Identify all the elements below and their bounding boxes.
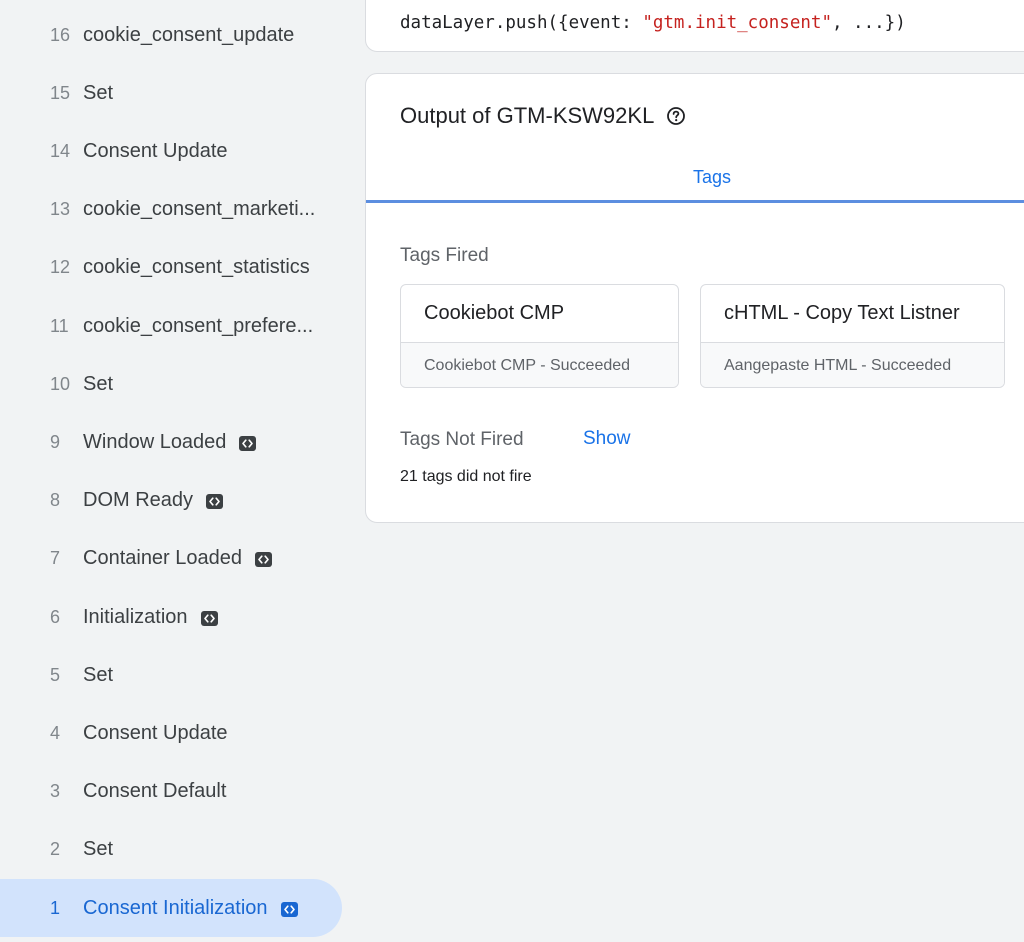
event-item[interactable]: 4 Consent Update: [0, 704, 342, 762]
event-number: 16: [50, 24, 71, 45]
help-circle-icon[interactable]: [666, 106, 686, 126]
output-title-text: Output of GTM-KSW92KL: [400, 103, 655, 128]
datalayer-code-card: dataLayer.push({event: "gtm.init_consent…: [365, 0, 1024, 52]
event-number: 11: [50, 315, 69, 336]
gtm-event-icon: [200, 610, 218, 626]
fired-tag-status: Aangepaste HTML - Succeeded: [701, 343, 1004, 387]
fired-tag-status: Cookiebot CMP - Succeeded: [401, 343, 678, 387]
event-item[interactable]: 7 Container Loaded: [0, 530, 342, 588]
event-item[interactable]: 3 Consent Default: [0, 763, 342, 821]
gtm-event-icon: [255, 552, 273, 568]
event-label: Container Loaded: [83, 547, 243, 570]
event-item[interactable]: 6 Initialization: [0, 588, 342, 646]
not-fired-count: 21 tags did not fire: [400, 468, 532, 485]
fired-tag-name: cHTML - Copy Text Listner: [701, 285, 1004, 343]
gtm-event-icon: [239, 435, 257, 451]
event-number: 3: [50, 781, 61, 802]
show-not-fired-link[interactable]: Show: [583, 428, 631, 450]
code-suffix: , ...}): [831, 13, 906, 33]
event-label: Consent Default: [83, 780, 227, 803]
event-item[interactable]: 1 Consent Initialization: [0, 879, 342, 937]
event-number: 14: [50, 140, 71, 161]
event-label: cookie_consent_update: [83, 23, 295, 46]
event-number: 8: [50, 490, 61, 511]
output-card: Output of GTM-KSW92KL Tags Tags Fired Co…: [365, 73, 1024, 523]
event-label: cookie_consent_statistics: [83, 256, 310, 279]
event-number: 7: [50, 548, 61, 569]
event-number: 1: [50, 897, 61, 918]
event-label: DOM Ready: [83, 489, 194, 512]
tab-tags-label: Tags: [692, 166, 732, 187]
event-label: Consent Initialization: [83, 896, 268, 919]
event-label: cookie_consent_prefere...: [83, 314, 314, 337]
tab-tags-underline: [366, 200, 1024, 203]
gtm-event-icon: [206, 494, 224, 510]
fired-tag-name: Cookiebot CMP: [401, 285, 678, 343]
code-prefix: dataLayer.push({event:: [400, 13, 643, 33]
event-number: 9: [50, 431, 61, 452]
event-label: cookie_consent_marketi...: [83, 198, 316, 221]
event-item[interactable]: 11 cookie_consent_prefere...: [0, 297, 342, 355]
event-item[interactable]: 14 Consent Update: [0, 122, 342, 180]
event-label: Initialization: [83, 605, 188, 628]
event-label: Consent Update: [83, 139, 228, 162]
event-item[interactable]: 15 Set: [0, 64, 342, 122]
event-label: Window Loaded: [83, 430, 227, 453]
event-label: Set: [83, 663, 114, 686]
tags-fired-heading: Tags Fired: [400, 245, 489, 266]
event-item[interactable]: 5 Set: [0, 646, 342, 704]
event-item[interactable]: 9 Window Loaded: [0, 413, 342, 471]
event-number: 4: [50, 722, 61, 743]
event-number: 13: [50, 199, 71, 220]
fired-tag-card[interactable]: cHTML - Copy Text Listner Aangepaste HTM…: [700, 284, 1005, 388]
event-number: 12: [50, 257, 71, 278]
event-number: 6: [50, 606, 61, 627]
event-item[interactable]: 16 cookie_consent_update: [0, 6, 342, 64]
event-number: 5: [50, 664, 61, 685]
event-item[interactable]: 8 DOM Ready: [0, 472, 342, 530]
tags-not-fired-heading: Tags Not Fired: [400, 429, 524, 450]
tab-tags[interactable]: Tags: [366, 153, 1024, 201]
event-sidebar: 16 cookie_consent_update 15 Set 14 Consent Up…: [0, 0, 350, 942]
event-number: 15: [50, 82, 71, 103]
code-event-string: "gtm.init_consent": [642, 13, 832, 33]
event-label: Set: [83, 838, 114, 861]
event-label: Set: [83, 81, 114, 104]
event-item[interactable]: 2 Set: [0, 821, 342, 879]
event-item[interactable]: 13 cookie_consent_marketi...: [0, 181, 342, 239]
datalayer-push-code: dataLayer.push({event: "gtm.init_consent…: [400, 13, 906, 33]
event-item[interactable]: 10 Set: [0, 355, 342, 413]
output-title: Output of GTM-KSW92KL: [400, 103, 686, 129]
event-label: Consent Update: [83, 721, 228, 744]
event-label: Set: [83, 372, 114, 395]
event-item[interactable]: 12 cookie_consent_statistics: [0, 239, 342, 297]
gtm-event-icon: [280, 901, 298, 917]
fired-tag-card[interactable]: Cookiebot CMP Cookiebot CMP - Succeeded: [400, 284, 679, 388]
event-number: 10: [50, 373, 71, 394]
event-number: 2: [50, 839, 61, 860]
